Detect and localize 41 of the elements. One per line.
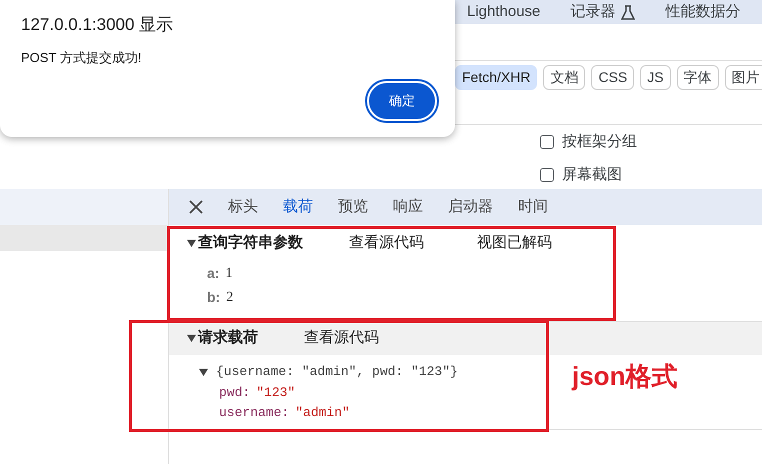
filter-chip[interactable]: 文档 <box>543 65 586 90</box>
filter-chip[interactable]: CSS <box>591 65 634 90</box>
panel-tab[interactable]: 性能数据分 <box>665 0 740 24</box>
filter-chip[interactable]: Fetch/XHR <box>455 65 538 90</box>
ok-button[interactable]: 确定 <box>367 81 437 121</box>
close-icon[interactable] <box>189 200 203 214</box>
checkbox-label: 按框架分组 <box>562 132 637 152</box>
annotation-label: json格式 <box>572 360 678 393</box>
property-key: username: <box>219 403 290 423</box>
checkbox[interactable] <box>540 168 554 182</box>
property-key: pwd: <box>219 383 250 403</box>
property-value: "admin" <box>295 404 350 422</box>
param-key: b: <box>207 286 220 308</box>
panel-tab[interactable]: Lighthouse <box>467 0 540 24</box>
triangle-icon[interactable] <box>199 368 208 376</box>
checkbox-label: 屏幕截图 <box>562 164 622 184</box>
section-title: 请求载荷 <box>198 328 259 348</box>
filter-chip[interactable]: 图片 <box>724 65 762 90</box>
triangle-icon[interactable] <box>187 334 196 343</box>
param-key: a: <box>207 262 220 284</box>
object-summary[interactable]: {username: "admin", pwd: "123"} <box>216 362 458 382</box>
view-source-link[interactable]: 视图已解码 <box>477 232 552 254</box>
view-source-link[interactable]: 查看源代码 <box>349 232 477 254</box>
detail-tab[interactable]: 启动器 <box>448 196 493 218</box>
view-source-link[interactable]: 查看源代码 <box>304 327 379 350</box>
dialog-message: POST 方式提交成功! <box>20 48 142 66</box>
checkbox[interactable] <box>540 135 554 150</box>
section-title: 查询字符串参数 <box>198 232 304 253</box>
param-value: 1 <box>225 264 232 282</box>
detail-tab[interactable]: 响应 <box>393 196 423 218</box>
dialog-title: 127.0.0.1:3000 显示 <box>20 14 174 36</box>
detail-tab[interactable]: 时间 <box>518 196 548 218</box>
param-value: 2 <box>226 288 234 306</box>
filter-chip[interactable]: JS <box>640 65 671 90</box>
detail-tab[interactable]: 标头 <box>228 196 258 218</box>
filter-chip[interactable]: 字体 <box>676 65 719 90</box>
detail-tab[interactable]: 载荷 <box>283 196 313 218</box>
detail-tab[interactable]: 预览 <box>338 196 368 218</box>
panel-tab[interactable]: 记录器 <box>570 0 636 24</box>
property-value: "123" <box>256 384 296 402</box>
triangle-icon[interactable] <box>187 238 196 248</box>
